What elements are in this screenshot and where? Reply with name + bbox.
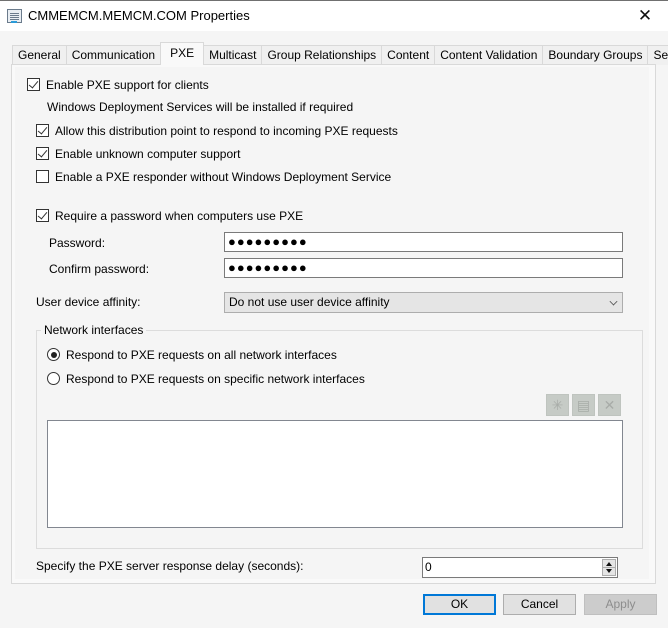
unknown-computer-label: Enable unknown computer support [55,147,241,161]
close-button[interactable]: ✕ [622,1,668,31]
cancel-button[interactable]: Cancel [503,594,576,615]
spin-buttons[interactable] [602,559,616,576]
user-device-affinity-label: User device affinity: [36,295,141,309]
user-device-affinity-value: Do not use user device affinity [229,295,390,309]
title-bar: CMMEMCM.MEMCM.COM Properties ✕ [0,0,668,31]
close-icon: ✕ [637,6,653,25]
tab-pxe[interactable]: PXE [160,42,205,65]
password-label: Password: [49,236,106,250]
wds-note: Windows Deployment Services will be inst… [47,100,354,114]
require-password-checkbox[interactable] [36,209,49,222]
chevron-down-icon [609,297,618,306]
interface-properties-button[interactable]: ▤ [572,394,595,416]
tab-multicast[interactable]: Multicast [203,45,263,65]
properties-icon: ▤ [576,396,591,413]
pxe-responder-label: Enable a PXE responder without Windows D… [55,170,392,184]
network-interfaces-title: Network interfaces [41,323,147,337]
enable-pxe-label: Enable PXE support for clients [46,78,209,92]
all-interfaces-radio[interactable] [47,348,60,361]
tab-boundary-groups[interactable]: Boundary Groups [542,45,649,65]
unknown-computer-checkbox[interactable] [36,147,49,160]
all-interfaces-label: Respond to PXE requests on all network i… [66,348,337,362]
user-device-affinity-select[interactable]: Do not use user device affinity [224,292,623,313]
spin-down-icon[interactable] [606,569,612,573]
response-delay-stepper[interactable]: 0 [422,557,618,578]
tab-content-validation[interactable]: Content Validation [434,45,544,65]
ok-button[interactable]: OK [423,594,496,615]
allow-respond-checkbox[interactable] [36,124,49,137]
pxe-responder-checkbox[interactable] [36,170,49,183]
response-delay-label: Specify the PXE server response delay (s… [36,559,304,573]
spin-up-icon[interactable] [606,562,612,566]
tab-security[interactable]: Security [647,45,668,65]
require-password-label: Require a password when computers use PX… [55,209,304,223]
allow-respond-label: Allow this distribution point to respond… [55,124,398,138]
tab-group-relationships[interactable]: Group Relationships [261,45,383,65]
specific-interfaces-radio[interactable] [47,372,60,385]
tab-general[interactable]: General [12,45,67,65]
new-interface-button[interactable]: ✳ [546,394,569,416]
delete-interface-button[interactable]: ✕ [598,394,621,416]
spin-divider [603,567,615,568]
new-icon: ✳ [551,396,564,413]
network-interfaces-list[interactable] [47,420,623,528]
apply-button[interactable]: Apply [584,594,657,615]
tab-content[interactable]: Content [381,45,436,65]
specific-interfaces-label: Respond to PXE requests on specific netw… [66,372,365,386]
delete-icon: ✕ [603,396,616,413]
confirm-password-label: Confirm password: [49,262,150,276]
enable-pxe-checkbox[interactable] [27,78,40,91]
window-title: CMMEMCM.MEMCM.COM Properties [28,8,250,23]
properties-window-icon [7,9,22,23]
confirm-password-field[interactable]: ●●●●●●●●● [224,258,623,278]
password-field[interactable]: ●●●●●●●●● [224,232,623,252]
response-delay-value: 0 [425,560,432,574]
tab-strip: General Communication PXE Multicast Grou… [12,42,668,65]
tab-communication[interactable]: Communication [65,45,162,65]
